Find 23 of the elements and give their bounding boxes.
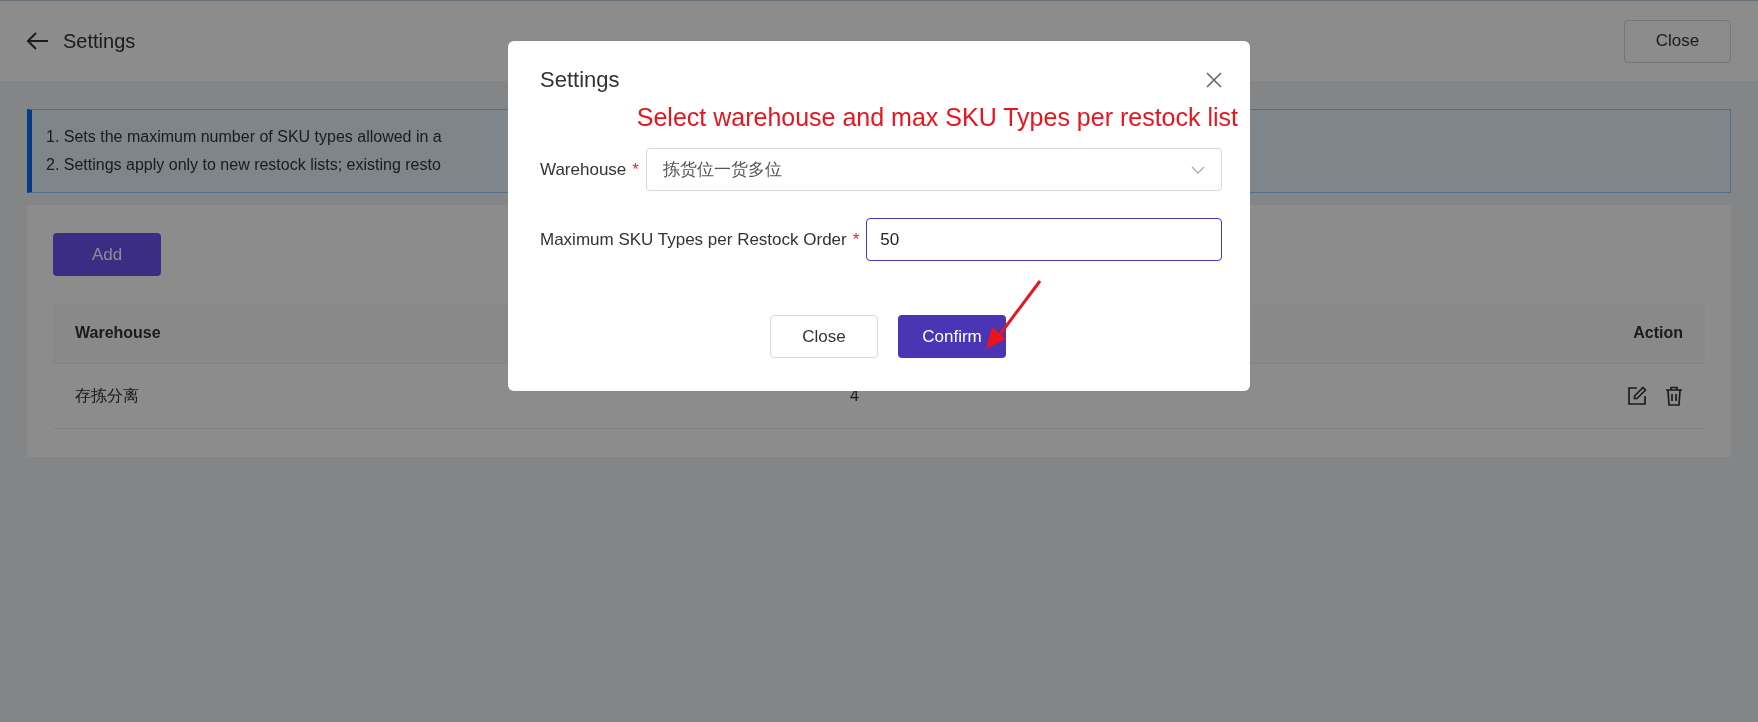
confirm-button[interactable]: Confirm [898,315,1006,358]
dialog-title: Settings [540,67,620,93]
notice-line: 1. Sets the maximum number of SKU types allowed in a [46,127,442,147]
close-button[interactable]: Close [770,315,878,358]
delete-icon[interactable] [1665,386,1683,406]
annotation-text: Select warehouse and max SKU Types per restock list [635,103,1238,132]
annotation-arrow [984,279,1044,351]
notice-line: 2. Settings apply only to new restock lists; existing resto [46,155,441,175]
input-field[interactable]: 50 [866,218,1222,261]
chevron-down-icon [1191,165,1205,174]
column-header: Action [1633,324,1683,342]
close-icon[interactable] [1206,72,1222,88]
field-label: Warehouse [540,159,627,180]
edit-icon[interactable] [1627,386,1647,406]
table-cell-text: 存拣分离 [75,385,140,406]
required-mark: * [632,159,639,180]
required-mark: * [852,229,860,250]
close-button[interactable]: Close [1624,19,1731,63]
back-arrow-icon[interactable] [27,32,49,50]
field-label: Maximum SKU Types per Restock Order [540,229,847,250]
warehouse-select[interactable]: 拣货位一货多位 [645,148,1222,191]
page-title: Settings [63,29,137,53]
column-header: Warehouse [75,324,161,342]
